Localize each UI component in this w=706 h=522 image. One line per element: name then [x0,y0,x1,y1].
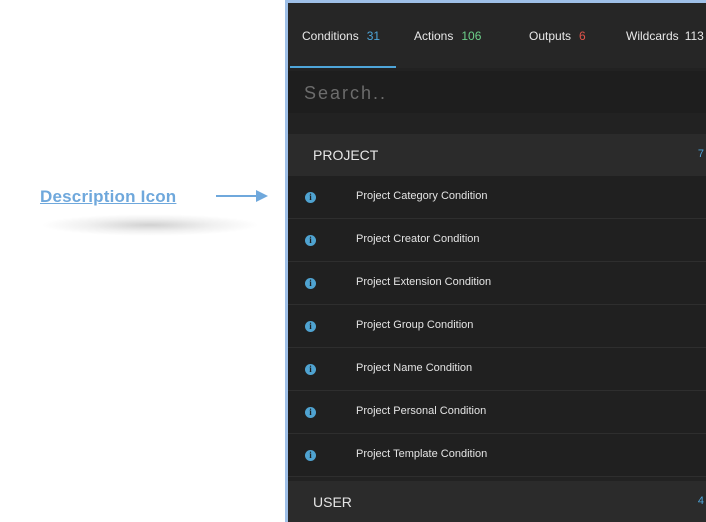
info-icon[interactable]: i [305,192,316,203]
tab-label: Outputs [529,29,572,43]
list-item-label: Project Name Condition [356,362,473,374]
tab-count: 106 [461,29,482,43]
list-item[interactable]: i Project Name Condition [288,348,706,391]
tab-count: 6 [579,29,586,43]
tab-outputs[interactable]: Outputs 6 [529,29,586,43]
info-icon[interactable]: i [305,235,316,246]
list-item-label: Project Template Condition [356,448,488,460]
section-header-user[interactable]: USER 4 [288,481,706,522]
tab-label: Conditions [302,29,359,43]
info-icon[interactable]: i [305,364,316,375]
info-icon[interactable]: i [305,278,316,289]
list-item-label: Project Group Condition [356,319,474,331]
tab-wildcards[interactable]: Wildcards 113 [626,29,704,43]
tab-label: Actions [414,29,454,43]
list-item[interactable]: i Project Personal Condition [288,391,706,434]
annotation-shadow [40,214,260,236]
active-tab-indicator [290,66,396,68]
search-input[interactable] [302,77,686,109]
section-title: PROJECT [313,147,379,163]
list-item[interactable]: i Project Creator Condition [288,219,706,262]
list-item[interactable]: i Project Group Condition [288,305,706,348]
tab-count: 31 [366,29,381,43]
tab-actions[interactable]: Actions 106 [414,29,481,43]
info-icon[interactable]: i [305,321,316,332]
tab-count: 113 [684,29,704,43]
list-item-label: Project Personal Condition [356,405,487,417]
tab-label: Wildcards [626,29,679,43]
section-count: 4 [697,495,704,507]
conditions-panel: Conditions 31 Actions 106 Outputs 6 Wildcar… [285,0,706,522]
list-item[interactable]: i Project Template Condition [288,434,706,477]
list-item[interactable]: i Project Extension Condition [288,262,706,305]
section-title: USER [313,494,352,510]
arrow-right-icon [216,190,268,202]
list-item-label: Project Extension Condition [356,276,492,288]
list-item-label: Project Category Condition [356,190,488,202]
section-header-project[interactable]: PROJECT 7 [288,134,706,176]
tab-bar: Conditions 31 Actions 106 Outputs 6 Wildcar… [288,3,706,68]
list-item[interactable]: i Project Category Condition [288,176,706,219]
list-item-label: Project Creator Condition [356,233,480,245]
annotation-label: Description Icon [40,187,177,206]
tab-conditions[interactable]: Conditions 31 [302,29,380,43]
info-icon[interactable]: i [305,407,316,418]
search-bar [288,71,706,113]
info-icon[interactable]: i [305,450,316,461]
section-count: 7 [697,148,704,160]
